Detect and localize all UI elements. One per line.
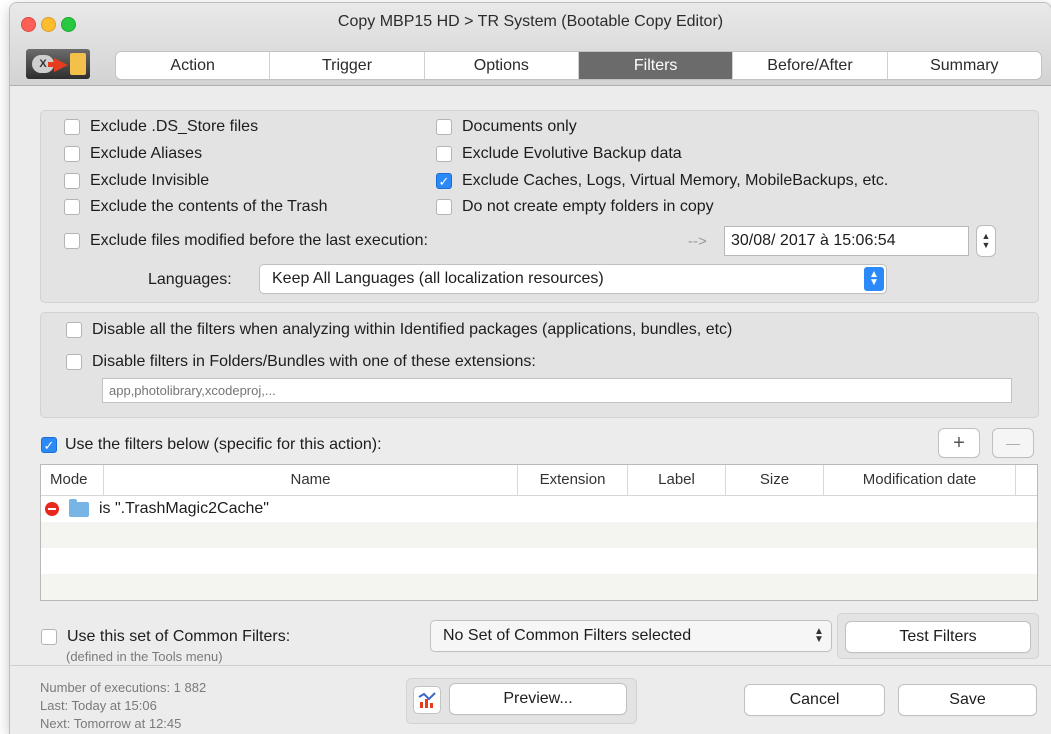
column-label[interactable]: Label xyxy=(628,465,726,495)
checkmark-icon[interactable]: ✓ xyxy=(436,173,452,189)
table-header: Mode Name Extension Label Size Modificat… xyxy=(41,465,1037,496)
common-set-value: No Set of Common Filters selected xyxy=(443,627,692,644)
bootable-copy-icon: X xyxy=(26,49,90,79)
cancel-button[interactable]: Cancel xyxy=(745,685,884,715)
column-extension[interactable]: Extension xyxy=(518,465,628,495)
documents-only-checkbox[interactable]: Documents only xyxy=(436,118,577,136)
remove-filter-button[interactable]: — xyxy=(993,429,1033,457)
last-execution: Last: Today at 15:06 xyxy=(40,698,157,713)
column-name[interactable]: Name xyxy=(104,465,518,495)
test-filters-button[interactable]: Test Filters xyxy=(846,622,1030,652)
title-bar: Copy MBP15 HD > TR System (Bootable Copy… xyxy=(10,3,1051,86)
tab-trigger[interactable]: Trigger xyxy=(270,52,425,79)
executions-count: Number of executions: 1 882 xyxy=(40,680,207,695)
languages-value: Keep All Languages (all localization res… xyxy=(272,270,604,287)
date-stepper[interactable]: ▲ ▼ xyxy=(977,226,995,256)
date-field[interactable]: 30/08/ 2017 à 15:06:54 xyxy=(724,226,969,256)
column-size[interactable]: Size xyxy=(726,465,824,495)
filter-rule: is ".TrashMagic2Cache" xyxy=(99,500,269,517)
exclude-invisible-checkbox[interactable]: Exclude Invisible xyxy=(64,172,209,190)
tab-filters[interactable]: Filters xyxy=(578,52,734,79)
table-row xyxy=(41,522,1037,548)
table-row xyxy=(41,548,1037,574)
use-filters-below-checkbox[interactable]: ✓ Use the filters below (specific for th… xyxy=(41,436,382,454)
tab-summary[interactable]: Summary xyxy=(888,52,1041,79)
folder-icon xyxy=(69,498,89,517)
disable-identified-packages-checkbox[interactable]: Disable all the filters when analyzing w… xyxy=(66,321,732,339)
table-row xyxy=(41,600,1037,601)
checkbox-box[interactable] xyxy=(64,173,80,189)
preview-button[interactable]: Preview... xyxy=(450,684,626,714)
disable-extensions-checkbox[interactable]: Disable filters in Folders/Bundles with … xyxy=(66,353,536,371)
footer-separator xyxy=(10,665,1051,666)
exclude-ds-store-checkbox[interactable]: Exclude .DS_Store files xyxy=(64,118,258,136)
exclude-aliases-checkbox[interactable]: Exclude Aliases xyxy=(64,145,202,163)
common-filters-note: (defined in the Tools menu) xyxy=(66,649,223,664)
checkmark-icon[interactable]: ✓ xyxy=(41,437,57,453)
save-button[interactable]: Save xyxy=(899,685,1036,715)
tab-options[interactable]: Options xyxy=(425,52,579,79)
tab-before-after[interactable]: Before/After xyxy=(733,52,888,79)
checkbox-box[interactable] xyxy=(436,119,452,135)
add-filter-button[interactable]: + xyxy=(939,429,979,457)
exclude-icon xyxy=(45,502,59,516)
window-title: Copy MBP15 HD > TR System (Bootable Copy… xyxy=(337,13,724,30)
no-empty-folders-checkbox[interactable]: Do not create empty folders in copy xyxy=(436,198,714,216)
next-execution: Next: Tomorrow at 12:45 xyxy=(40,716,182,731)
languages-popup[interactable]: Keep All Languages (all localization res… xyxy=(260,265,886,293)
extensions-input[interactable] xyxy=(102,378,1012,403)
checkbox-box[interactable] xyxy=(41,629,57,645)
tab-action[interactable]: Action xyxy=(116,52,271,79)
table-row[interactable]: is ".TrashMagic2Cache" xyxy=(41,496,1037,522)
exclude-caches-checkbox[interactable]: ✓ Exclude Caches, Logs, Virtual Memory, … xyxy=(436,172,888,190)
column-modification-date[interactable]: Modification date xyxy=(824,465,1016,495)
filters-table: Mode Name Extension Label Size Modificat… xyxy=(40,464,1038,601)
exclude-trash-checkbox[interactable]: Exclude the contents of the Trash xyxy=(64,198,327,216)
chevron-updown-icon: ▲ ▼ xyxy=(864,267,884,291)
use-common-filters-checkbox[interactable]: Use this set of Common Filters: xyxy=(41,628,290,646)
checkbox-box[interactable] xyxy=(64,119,80,135)
exclude-modified-checkbox[interactable]: Exclude files modified before the last e… xyxy=(64,232,428,250)
chevron-updown-icon: ▲ ▼ xyxy=(814,626,824,645)
chart-icon[interactable] xyxy=(414,687,440,713)
checkbox-box[interactable] xyxy=(66,322,82,338)
tab-bar: Action Trigger Options Filters Before/Af… xyxy=(116,52,1041,79)
languages-label: Languages: xyxy=(148,271,232,288)
exclude-evolutive-checkbox[interactable]: Exclude Evolutive Backup data xyxy=(436,145,682,163)
checkbox-box[interactable] xyxy=(436,146,452,162)
checkbox-box[interactable] xyxy=(436,199,452,215)
date-arrow: --> xyxy=(688,233,707,250)
checkbox-box[interactable] xyxy=(64,199,80,215)
column-mode[interactable]: Mode xyxy=(41,465,104,495)
common-filters-popup[interactable]: No Set of Common Filters selected ▲ ▼ xyxy=(431,621,831,651)
checkbox-box[interactable] xyxy=(64,233,80,249)
checkbox-box[interactable] xyxy=(64,146,80,162)
checkbox-box[interactable] xyxy=(66,354,82,370)
bootable-copy-editor-window: Copy MBP15 HD > TR System (Bootable Copy… xyxy=(10,3,1051,734)
table-row xyxy=(41,574,1037,600)
